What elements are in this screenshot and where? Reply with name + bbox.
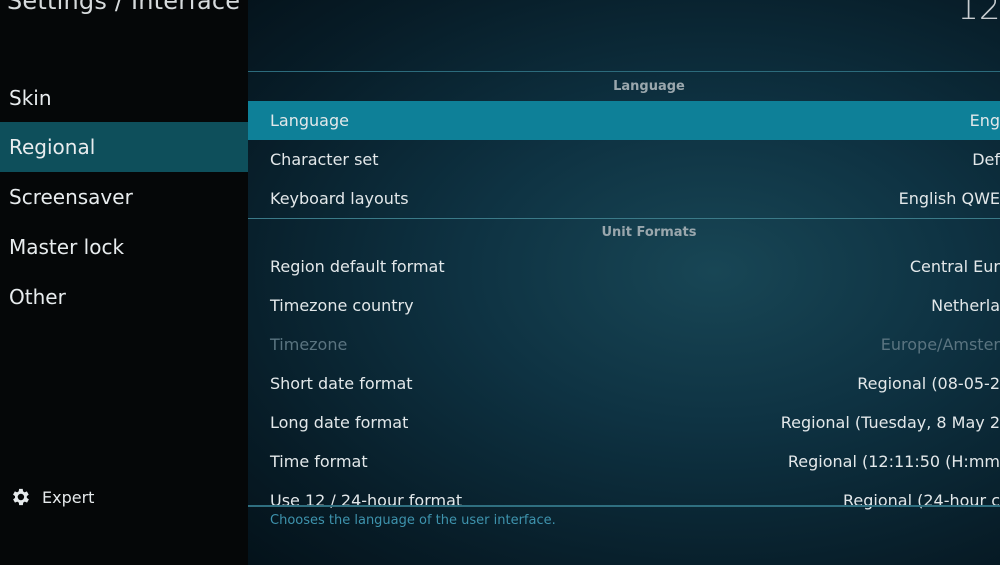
setting-row-keyboard-layouts[interactable]: Keyboard layouts English QWE [248,179,1000,218]
setting-label: Timezone [270,335,348,354]
divider [248,505,1000,507]
setting-row-short-date-format[interactable]: Short date format Regional (08-05-2 [248,364,1000,403]
setting-value: Regional (08-05-2 [857,374,1000,393]
sidebar-item-screensaver[interactable]: Screensaver [0,172,248,222]
sidebar-item-skin[interactable]: Skin [0,73,248,123]
setting-label: Time format [270,452,368,471]
setting-value: Europe/Amster [880,335,1000,354]
setting-row-region-default-format[interactable]: Region default format Central Eur [248,247,1000,286]
clock: 12: [957,0,1000,28]
setting-value: Regional (12:11:50 (H:mm [787,452,1000,471]
sidebar-item-regional[interactable]: Regional [0,122,248,172]
sidebar-item-master-lock[interactable]: Master lock [0,222,248,272]
sidebar-item-other[interactable]: Other [0,272,248,322]
setting-label: Character set [270,150,379,169]
setting-row-time-format[interactable]: Time format Regional (12:11:50 (H:mm [248,442,1000,481]
setting-label: Short date format [270,374,413,393]
setting-label: Language [270,111,349,130]
setting-label: Region default format [270,257,445,276]
section-header-unit-formats: Unit Formats [601,225,697,240]
setting-value: Central Eur [909,257,1000,276]
gear-icon [13,488,29,506]
setting-value: Def [972,150,1000,169]
settings-panel: 12: Language Language Eng Character set … [248,0,1000,565]
setting-row-long-date-format[interactable]: Long date format Regional (Tuesday, 8 Ma… [248,403,1000,442]
expert-label: Expert [42,487,95,507]
setting-label: Keyboard layouts [270,189,409,208]
setting-value: Netherla [931,296,1000,315]
setting-value: Regional (Tuesday, 8 May 2 [780,413,1000,432]
help-text: Chooses the language of the user interfa… [270,513,556,528]
setting-row-language[interactable]: Language Eng [248,101,1000,140]
setting-label: Timezone country [270,296,414,315]
divider [248,71,1000,72]
section-header-language: Language [613,79,685,94]
setting-row-timezone-country[interactable]: Timezone country Netherla [248,286,1000,325]
kodi-settings-window: Settings / Interface Skin Regional Scree… [0,0,1000,565]
setting-row-timezone: Timezone Europe/Amster [248,325,1000,364]
setting-label: Long date format [270,413,409,432]
expert-level-button[interactable]: Expert [9,484,94,510]
page-title: Settings / Interface [7,0,241,15]
setting-value: English QWE [898,189,1000,208]
divider [248,218,1000,219]
setting-value: Regional (24-hour c [842,491,1000,510]
sidebar: Settings / Interface Skin Regional Scree… [0,0,248,565]
setting-row-character-set[interactable]: Character set Def [248,140,1000,179]
setting-value: Eng [969,111,1000,130]
